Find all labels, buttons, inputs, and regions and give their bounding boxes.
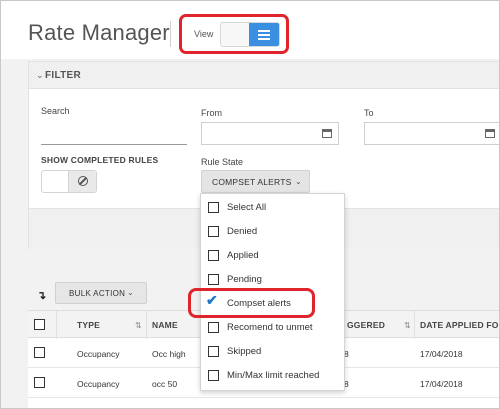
sort-arrow-icon[interactable]: ↴ (37, 289, 46, 302)
list-view-button[interactable] (249, 23, 279, 46)
option-label: Skipped (227, 346, 262, 357)
column-header-name[interactable]: NAME (152, 320, 178, 330)
rate-manager-window: Rate Manager View ⌄ FILTER Search From T… (0, 0, 500, 409)
column-header-triggered[interactable]: GGERED (347, 320, 385, 330)
show-completed-label: SHOW COMPLETED RULES (41, 155, 159, 165)
rule-state-option[interactable]: Skipped (201, 340, 344, 364)
toggle-knob[interactable] (68, 171, 96, 192)
view-label: View (194, 29, 214, 39)
column-divider (414, 311, 415, 339)
option-checkbox[interactable] (208, 322, 219, 333)
option-checkbox[interactable] (208, 370, 219, 381)
option-label: Pending (227, 274, 262, 285)
calendar-icon[interactable] (485, 129, 495, 138)
ban-icon (78, 176, 88, 186)
bulk-action-button[interactable]: BULK ACTION ⌄ (55, 282, 147, 304)
cell-name: occ 50 (152, 379, 178, 389)
option-checkbox[interactable] (208, 202, 219, 213)
bulk-action-label: BULK ACTION (69, 289, 126, 298)
filter-title: FILTER (45, 70, 82, 81)
sort-icon[interactable]: ⇅ (135, 321, 142, 330)
to-label: To (364, 108, 374, 118)
option-label: Recomend to unmet (227, 322, 313, 333)
cell-date-applied: 17/04/2018 (420, 349, 463, 359)
column-header-date-applied[interactable]: DATE APPLIED FO (420, 320, 499, 330)
compset-alerts-highlight (188, 288, 315, 318)
column-header-type[interactable]: TYPE (77, 320, 100, 330)
select-all-checkbox[interactable] (34, 319, 45, 330)
rule-state-option[interactable]: Applied (201, 244, 344, 268)
rule-state-option[interactable]: Recomend to unmet (201, 316, 344, 340)
from-label: From (201, 108, 222, 118)
rule-state-option[interactable]: Min/Max limit reached (201, 364, 344, 388)
column-divider (56, 311, 57, 339)
option-checkbox[interactable] (208, 346, 219, 357)
option-checkbox[interactable] (208, 274, 219, 285)
cell-name: Occ high (152, 349, 186, 359)
cell-type: Occupancy (77, 379, 120, 389)
rule-state-option[interactable]: Select All (201, 196, 344, 220)
calendar-icon[interactable] (322, 129, 332, 138)
option-label: Select All (227, 202, 267, 213)
to-date-input[interactable] (364, 122, 499, 145)
page-title: Rate Manager (28, 20, 170, 45)
show-completed-toggle[interactable] (41, 170, 97, 193)
sort-icon[interactable]: ⇅ (404, 321, 411, 330)
from-date-input[interactable] (201, 122, 339, 145)
option-checkbox[interactable] (208, 250, 219, 261)
view-toggle[interactable] (220, 22, 280, 47)
title-divider (170, 21, 171, 47)
search-label: Search (41, 106, 70, 116)
cell-type: Occupancy (77, 349, 120, 359)
row-checkbox[interactable] (34, 347, 45, 358)
cell-date-applied: 17/04/2018 (420, 379, 463, 389)
option-checkbox[interactable] (208, 226, 219, 237)
list-icon (258, 30, 270, 40)
rule-state-value: COMPSET ALERTS (212, 177, 292, 187)
page-header: Rate Manager View (1, 1, 499, 59)
rule-state-dropdown[interactable]: COMPSET ALERTS ⌄ (201, 170, 310, 193)
row-checkbox[interactable] (34, 377, 45, 388)
view-switcher-highlight: View (179, 14, 289, 54)
option-label: Denied (227, 226, 258, 237)
search-input[interactable] (41, 144, 187, 145)
option-label: Min/Max limit reached (227, 370, 320, 381)
chevron-down-icon: ⌄ (36, 70, 44, 80)
column-divider (146, 311, 147, 339)
chevron-down-icon: ⌄ (127, 288, 134, 297)
chevron-down-icon: ⌄ (295, 177, 302, 186)
option-label: Applied (227, 250, 259, 261)
rule-state-label: Rule State (201, 157, 244, 167)
filter-header[interactable]: ⌄ FILTER (29, 62, 499, 89)
rule-state-option[interactable]: Denied (201, 220, 344, 244)
